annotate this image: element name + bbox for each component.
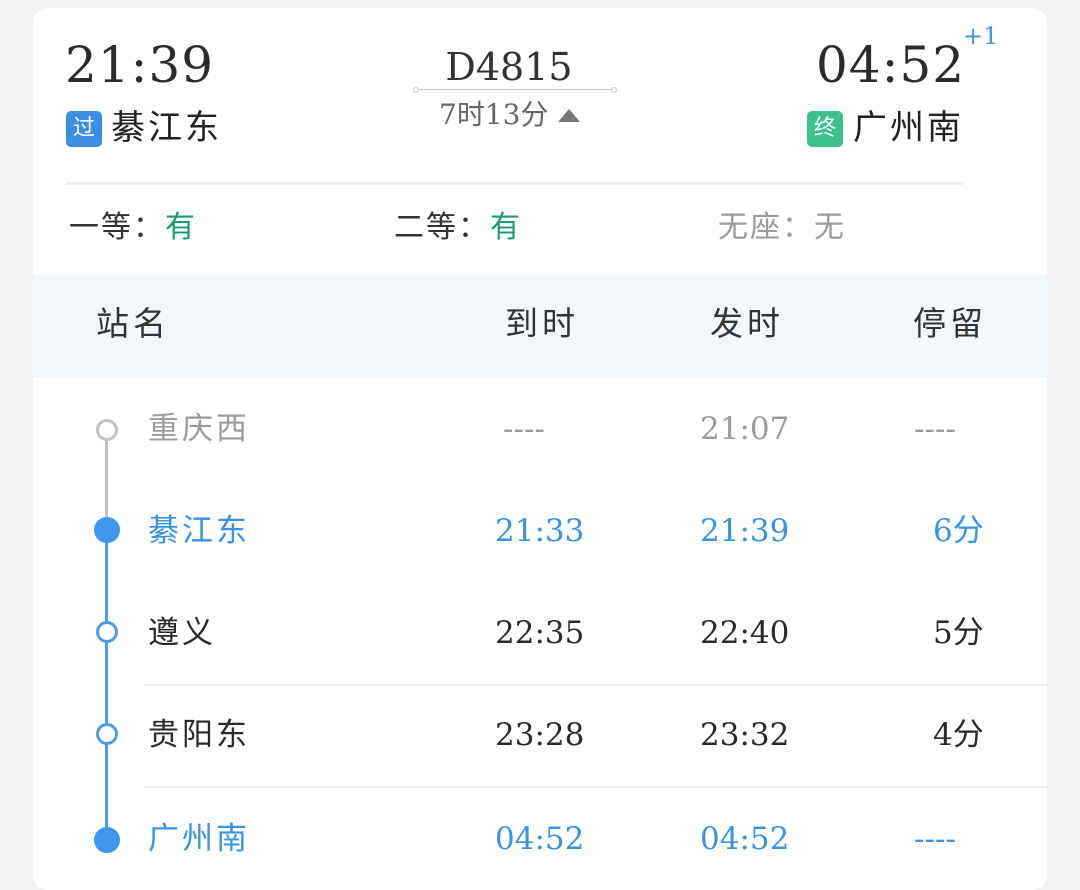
stop-station: 綦江东 bbox=[148, 513, 250, 549]
train-route-line bbox=[413, 87, 617, 93]
stop-arrive: 22:35 bbox=[495, 615, 585, 651]
stop-station: 遵义 bbox=[148, 615, 216, 651]
seat-second-class: 二等：有 bbox=[394, 213, 522, 243]
stop-node-icon bbox=[96, 419, 118, 441]
stop-row[interactable]: 广州南 04:52 04:52 ---- bbox=[33, 788, 1047, 890]
seat-second-value: 有 bbox=[490, 210, 522, 245]
stop-station: 重庆西 bbox=[148, 411, 250, 447]
seat-first-label: 一等： bbox=[69, 210, 165, 245]
train-number[interactable]: D4815 bbox=[409, 48, 609, 86]
col-arrive: 到时 bbox=[505, 304, 579, 343]
col-stop: 停留 bbox=[913, 304, 987, 343]
stop-depart: 23:32 bbox=[700, 717, 790, 753]
stop-arrive: 21:33 bbox=[495, 513, 585, 549]
seat-none-value: 无 bbox=[814, 210, 846, 245]
stop-arrive: ---- bbox=[503, 411, 545, 447]
seat-first-class: 一等：有 bbox=[69, 213, 197, 243]
header-divider bbox=[66, 182, 963, 185]
seat-first-value: 有 bbox=[165, 210, 197, 245]
stop-row[interactable]: 遵义 22:35 22:40 5分 bbox=[33, 582, 1047, 684]
col-depart: 发时 bbox=[710, 304, 784, 343]
arrive-time: 04:52 bbox=[816, 36, 966, 94]
arrive-station: 广州南 bbox=[853, 108, 964, 148]
stop-duration: ---- bbox=[914, 821, 956, 857]
stop-depart: 21:39 bbox=[700, 513, 790, 549]
stop-depart: 04:52 bbox=[700, 821, 790, 857]
end-badge: 终 bbox=[807, 111, 843, 147]
seat-none-label: 无座： bbox=[718, 210, 814, 245]
pass-badge: 过 bbox=[66, 111, 102, 147]
stop-duration: ---- bbox=[914, 411, 956, 447]
stop-duration: 6分 bbox=[933, 513, 984, 549]
seat-no-seat: 无座：无 bbox=[718, 213, 846, 243]
stop-arrive: 23:28 bbox=[495, 717, 585, 753]
train-detail-card: 21:39 过 綦江东 D4815 7时13分 04:52 +1 终 广州南 一… bbox=[33, 8, 1047, 890]
stop-depart: 21:07 bbox=[700, 411, 790, 447]
stop-row[interactable]: 綦江东 21:33 21:39 6分 bbox=[33, 480, 1047, 582]
duration-text: 7时13分 bbox=[439, 98, 549, 131]
stop-row[interactable]: 贵阳东 23:28 23:32 4分 bbox=[33, 684, 1047, 786]
stop-node-icon bbox=[96, 723, 118, 745]
stop-row[interactable]: 重庆西 ---- 21:07 ---- bbox=[33, 378, 1047, 480]
depart-station: 綦江东 bbox=[111, 108, 222, 148]
stop-node-icon bbox=[94, 827, 120, 853]
duration-toggle[interactable]: 7时13分 bbox=[439, 98, 581, 131]
stop-node-icon bbox=[96, 621, 118, 643]
col-station: 站名 bbox=[96, 304, 170, 343]
stop-duration: 5分 bbox=[933, 615, 984, 651]
day-offset: +1 bbox=[963, 22, 999, 50]
stop-station: 广州南 bbox=[148, 821, 250, 857]
stop-depart: 22:40 bbox=[700, 615, 790, 651]
depart-time: 21:39 bbox=[65, 36, 215, 94]
stop-arrive: 04:52 bbox=[495, 821, 585, 857]
stop-station: 贵阳东 bbox=[148, 717, 250, 753]
stops-table-header: 站名 到时 发时 停留 bbox=[33, 275, 1047, 377]
caret-up-icon bbox=[558, 108, 581, 122]
stop-node-icon bbox=[94, 517, 120, 543]
stop-duration: 4分 bbox=[933, 717, 984, 753]
seat-second-label: 二等： bbox=[394, 210, 490, 245]
